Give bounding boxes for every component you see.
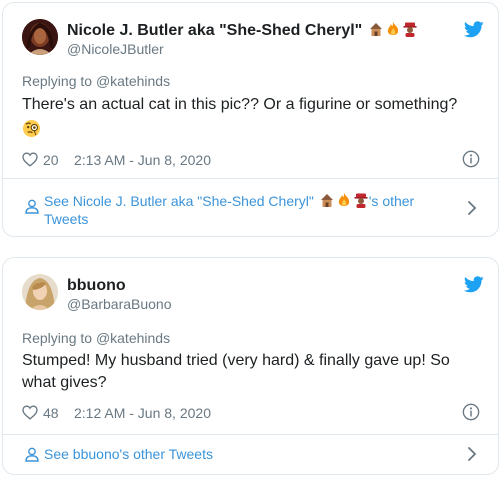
fire-icon [338,193,349,206]
person-with-hat-icon [354,193,368,208]
handle[interactable]: @BarbaraBuono [67,295,172,313]
info-icon[interactable] [462,150,480,168]
display-name-text[interactable]: Nicole J. Butler aka "She-Shed Cheryl" [67,22,362,39]
tweet-text-content: Stumped! My husband tried (very hard) & … [22,352,450,391]
see-other-tweets-text[interactable]: See Nicole J. Butler aka "She-Shed Chery… [44,192,438,228]
handle[interactable]: @NicoleJButler [67,40,418,58]
see-other-tweets-link[interactable]: See Nicole J. Butler aka "She-Shed Chery… [3,179,498,236]
tweet-card: Nicole J. Butler aka "She-Shed Cheryl" @… [2,2,499,237]
footer-suffix[interactable]: 's other [369,193,414,209]
avatar[interactable] [22,274,58,310]
reply-mention-link[interactable]: @katehinds [96,73,170,89]
info-icon[interactable] [462,403,480,421]
like-heart-icon[interactable] [22,152,38,167]
reply-context: Replying to @katehinds [22,72,170,90]
like-count[interactable]: 20 [43,152,59,168]
tweet-text-content: There's an actual cat in this pic?? Or a… [22,96,458,113]
fire-icon [387,22,398,35]
like-count[interactable]: 48 [43,405,59,421]
display-name[interactable]: bbuono [67,276,172,295]
person-icon [25,447,39,462]
reply-prefix: Replying to [22,73,96,89]
reply-prefix: Replying to [22,330,96,346]
tweet-text: There's an actual cat in this pic?? Or a… [22,94,478,142]
avatar[interactable] [22,19,58,55]
author-names[interactable]: bbuono @BarbaraBuono [67,276,172,313]
tweet-header: Nicole J. Butler aka "She-Shed Cheryl" @… [22,19,484,63]
face-with-monocle-icon [22,119,41,138]
house-icon [369,23,382,36]
display-name[interactable]: Nicole J. Butler aka "She-Shed Cheryl" [67,21,418,40]
timestamp-link[interactable]: 2:13 AM - Jun 8, 2020 [74,152,211,168]
tweet-text: Stumped! My husband tried (very hard) & … [22,350,478,394]
like-heart-icon[interactable] [22,405,38,420]
reply-context: Replying to @katehinds [22,329,170,347]
house-icon [320,194,333,207]
twitter-bird-icon[interactable] [464,276,484,293]
tweet-header: bbuono @BarbaraBuono [22,274,484,318]
footer-name[interactable]: See Nicole J. Butler aka "She-Shed Chery… [44,193,314,209]
twitter-bird-icon[interactable] [464,21,484,38]
timestamp-link[interactable]: 2:12 AM - Jun 8, 2020 [74,405,211,421]
see-other-tweets-link[interactable]: See bbuono's other Tweets [3,435,498,474]
reply-mention-link[interactable]: @katehinds [96,330,170,346]
person-with-hat-icon [403,22,417,37]
chevron-right-icon [468,447,477,461]
chevron-right-icon [468,201,477,215]
author-names[interactable]: Nicole J. Butler aka "She-Shed Cheryl" @… [67,21,418,58]
person-icon [25,199,39,214]
footer-line2[interactable]: Tweets [44,211,88,227]
tweet-meta: 48 2:12 AM - Jun 8, 2020 [22,403,480,423]
tweet-meta: 20 2:13 AM - Jun 8, 2020 [22,150,480,170]
see-other-tweets-text[interactable]: See bbuono's other Tweets [44,445,438,463]
tweet-card: bbuono @BarbaraBuono Replying to @katehi… [2,257,499,475]
